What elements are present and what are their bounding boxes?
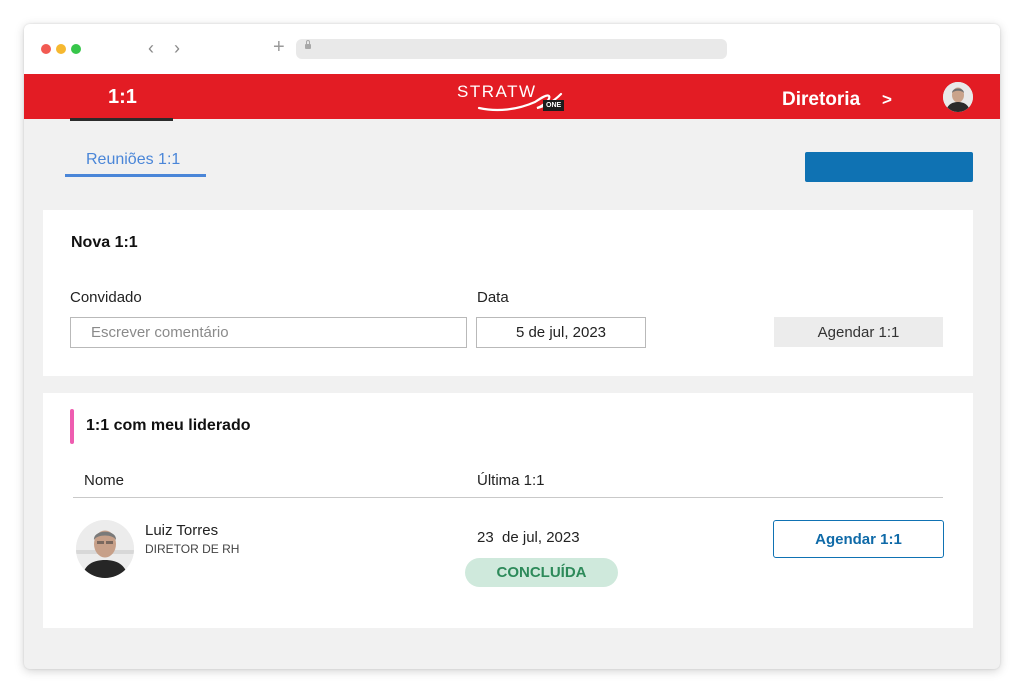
team-section-title: 1:1 com meu liderado (86, 417, 251, 434)
person-name: Luiz Torres (145, 522, 219, 539)
last-meeting-date: 23 de jul, 2023 (477, 529, 580, 546)
user-avatar-image (943, 82, 973, 112)
team-meetings-card: 1:1 com meu liderado Nome Última 1:1 Lui… (43, 393, 973, 628)
browser-chrome: ‹ › + (24, 24, 1000, 74)
new-meeting-title: Nova 1:1 (71, 234, 138, 251)
schedule-button[interactable]: Agendar 1:1 (774, 317, 943, 347)
date-label: Data (477, 289, 509, 306)
page-title: 1:1 (108, 86, 137, 108)
guest-label: Convidado (70, 289, 142, 306)
primary-action-button[interactable] (805, 152, 973, 182)
column-header-name: Nome (84, 472, 125, 489)
forward-arrow-icon[interactable]: › (174, 38, 180, 58)
schedule-meeting-button[interactable]: Agendar 1:1 (773, 520, 944, 558)
chevron-right-icon[interactable]: > (882, 74, 892, 126)
minimize-window-icon[interactable] (56, 44, 66, 54)
tab-active-indicator (65, 174, 206, 177)
logo-badge: ONE (543, 100, 565, 111)
browser-window: ‹ › + 1:1 STRATW ONE Diretoria > Reuniõe… (24, 24, 1000, 669)
maximize-window-icon[interactable] (71, 44, 81, 54)
app-header: 1:1 STRATW ONE Diretoria > (24, 74, 1000, 119)
page-title-underline (70, 118, 173, 121)
person-avatar-image (76, 520, 134, 578)
stratws-logo[interactable]: STRATW ONE (457, 82, 567, 114)
back-arrow-icon[interactable]: ‹ (148, 38, 154, 58)
user-avatar[interactable] (943, 82, 973, 112)
column-header-last-meeting: Última 1:1 (477, 472, 545, 489)
section-accent-bar (70, 409, 74, 444)
new-meeting-card: Nova 1:1 Convidado Data 5 de jul, 2023 A… (43, 210, 973, 376)
close-window-icon[interactable] (41, 44, 51, 54)
status-badge: CONCLUÍDA (465, 558, 618, 587)
date-field[interactable]: 5 de jul, 2023 (476, 317, 646, 348)
guest-input[interactable] (70, 317, 467, 348)
table-header-divider (73, 497, 943, 498)
address-bar[interactable] (296, 39, 727, 59)
tab-reunioes[interactable]: Reuniões 1:1 (86, 151, 180, 169)
org-selector-label[interactable]: Diretoria (782, 74, 860, 126)
person-avatar (76, 520, 134, 578)
lock-icon (305, 40, 311, 49)
person-role: DIRETOR DE RH (145, 542, 240, 556)
new-tab-icon[interactable]: + (273, 36, 285, 58)
